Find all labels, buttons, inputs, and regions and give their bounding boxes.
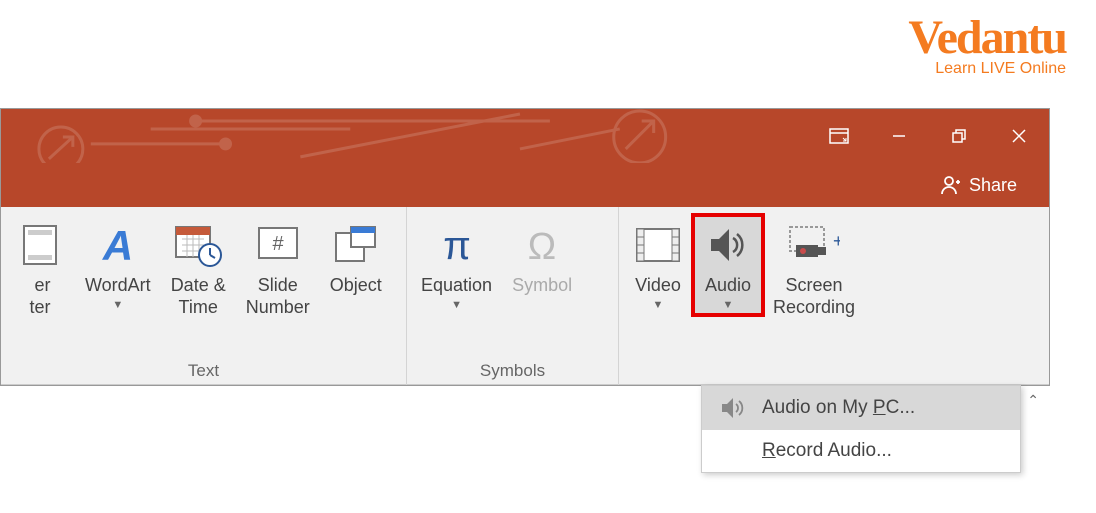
symbol-icon: Ω bbox=[520, 219, 564, 271]
share-label: Share bbox=[969, 175, 1017, 196]
chevron-down-icon: ▼ bbox=[653, 299, 664, 311]
titlebar bbox=[1, 109, 1049, 163]
group-text: erter A WordArt ▼ Date &Time bbox=[1, 207, 407, 385]
share-person-icon bbox=[941, 175, 961, 195]
equation-button[interactable]: π Equation ▼ bbox=[411, 215, 502, 315]
svg-text:#: # bbox=[272, 233, 284, 255]
svg-text:Ω: Ω bbox=[528, 226, 556, 267]
logo-brand: Vedantu bbox=[908, 10, 1066, 65]
video-icon bbox=[635, 219, 681, 271]
header-footer-icon bbox=[20, 219, 60, 271]
speaker-icon bbox=[720, 396, 746, 420]
chevron-down-icon: ▼ bbox=[723, 299, 734, 311]
slide-number-icon: # bbox=[256, 219, 300, 271]
date-time-button[interactable]: Date &Time bbox=[161, 215, 236, 322]
share-button[interactable]: Share bbox=[929, 169, 1029, 202]
audio-icon bbox=[705, 219, 751, 271]
svg-text:π: π bbox=[443, 224, 471, 267]
video-button[interactable]: Video ▼ bbox=[623, 215, 693, 315]
minimize-button[interactable] bbox=[869, 109, 929, 163]
audio-button[interactable]: Audio ▼ bbox=[693, 215, 763, 315]
group-media: Video ▼ Audio ▼ + ScreenRecording bbox=[619, 207, 1049, 385]
group-symbols: π Equation ▼ Ω Symbol Symbols bbox=[407, 207, 619, 385]
menu-audio-on-my-pc[interactable]: Audio on My PC... bbox=[702, 386, 1020, 430]
screen-recording-icon: + bbox=[788, 219, 840, 271]
restore-button[interactable] bbox=[929, 109, 989, 163]
header-footer-button[interactable]: erter bbox=[5, 215, 75, 322]
group-symbols-label: Symbols bbox=[407, 357, 618, 385]
object-icon bbox=[333, 219, 379, 271]
ribbon: erter A WordArt ▼ Date &Time bbox=[1, 207, 1049, 385]
collapse-ribbon-button[interactable]: ⌃ bbox=[1027, 392, 1039, 409]
menu-item-label: Record Audio... bbox=[762, 440, 892, 462]
slide-number-button[interactable]: # SlideNumber bbox=[236, 215, 320, 322]
menu-item-label: Audio on My PC... bbox=[762, 397, 915, 419]
symbol-button[interactable]: Ω Symbol bbox=[502, 215, 582, 301]
share-bar: Share bbox=[1, 163, 1049, 207]
menu-record-audio[interactable]: Record Audio... bbox=[702, 430, 1020, 472]
screen-recording-button[interactable]: + ScreenRecording bbox=[763, 215, 865, 322]
vedantu-logo: Vedantu Learn LIVE Online bbox=[908, 10, 1066, 78]
ribbon-display-options-button[interactable] bbox=[809, 109, 869, 163]
window-controls bbox=[809, 109, 1049, 163]
date-time-icon bbox=[174, 219, 222, 271]
svg-text:A: A bbox=[102, 222, 133, 268]
equation-icon: π bbox=[435, 219, 479, 271]
wordart-icon: A bbox=[95, 219, 141, 271]
chevron-down-icon: ▼ bbox=[112, 299, 123, 311]
svg-text:+: + bbox=[833, 231, 840, 251]
audio-dropdown-menu: Audio on My PC... Record Audio... bbox=[701, 385, 1021, 473]
close-button[interactable] bbox=[989, 109, 1049, 163]
chevron-down-icon: ▼ bbox=[451, 299, 462, 311]
group-text-label: Text bbox=[1, 357, 406, 385]
wordart-button[interactable]: A WordArt ▼ bbox=[75, 215, 161, 315]
powerpoint-window: Share erter A WordArt ▼ bbox=[0, 108, 1050, 386]
object-button[interactable]: Object bbox=[320, 215, 392, 301]
